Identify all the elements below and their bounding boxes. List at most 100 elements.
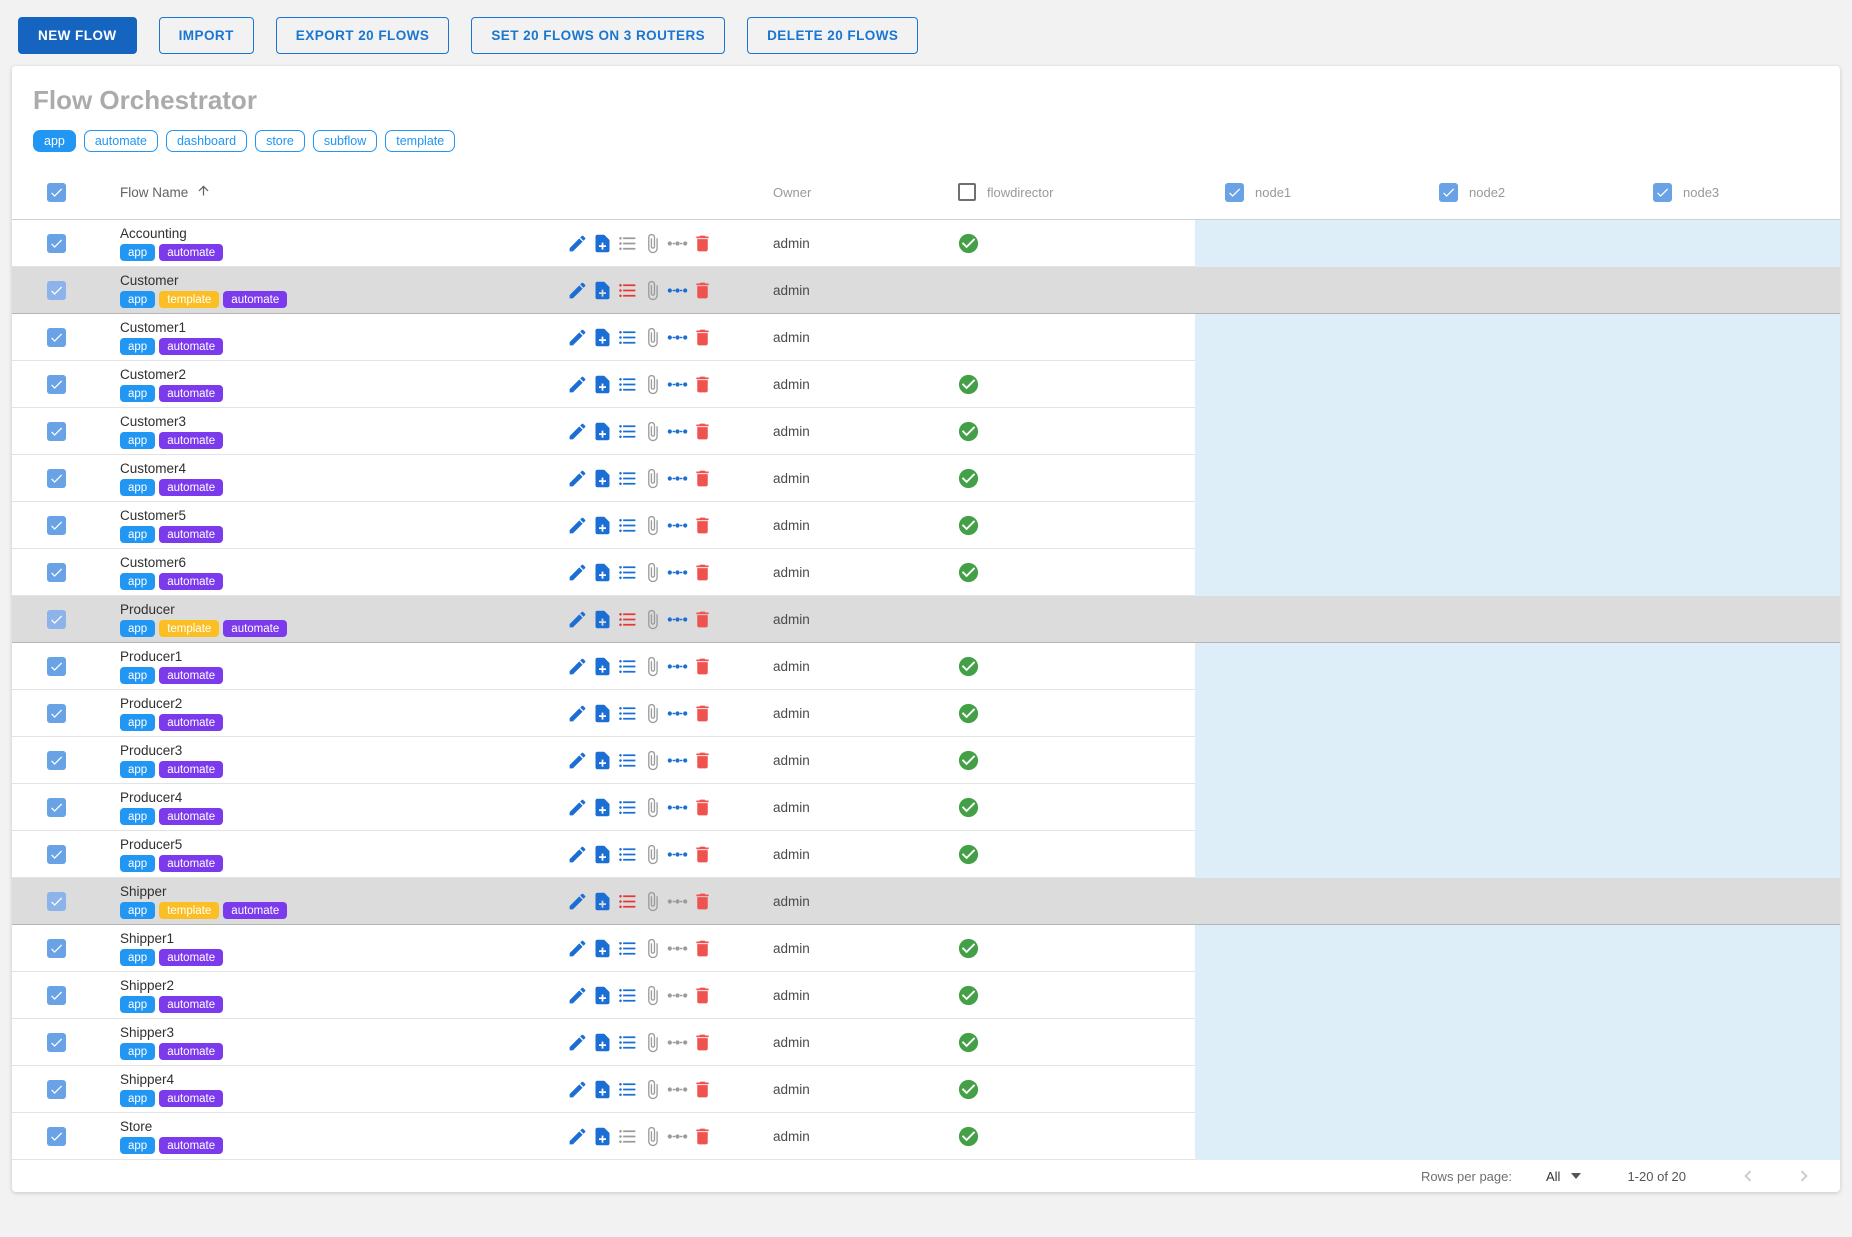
edit-icon[interactable] [566,373,589,396]
rows-per-page-select[interactable]: All [1546,1169,1581,1184]
commit-icon[interactable] [666,1078,689,1101]
edit-icon[interactable] [566,514,589,537]
delete-icon[interactable] [691,514,714,537]
attachment-icon[interactable] [641,467,664,490]
edit-icon[interactable] [566,702,589,725]
delete-icon[interactable] [691,843,714,866]
note-add-icon[interactable] [591,1078,614,1101]
row-checkbox[interactable] [47,610,66,629]
note-add-icon[interactable] [591,937,614,960]
attachment-icon[interactable] [641,420,664,443]
delete-icon[interactable] [691,655,714,678]
commit-icon[interactable] [666,843,689,866]
list-icon[interactable] [616,1031,639,1054]
attachment-icon[interactable] [641,232,664,255]
list-icon[interactable] [616,326,639,349]
edit-icon[interactable] [566,796,589,819]
edit-icon[interactable] [566,749,589,772]
edit-icon[interactable] [566,1125,589,1148]
note-add-icon[interactable] [591,373,614,396]
row-checkbox[interactable] [47,563,66,582]
delete-icon[interactable] [691,984,714,1007]
note-add-icon[interactable] [591,514,614,537]
list-icon[interactable] [616,984,639,1007]
list-icon[interactable] [616,702,639,725]
delete-icon[interactable] [691,1125,714,1148]
commit-icon[interactable] [666,608,689,631]
edit-icon[interactable] [566,232,589,255]
note-add-icon[interactable] [591,232,614,255]
delete-icon[interactable] [691,608,714,631]
row-checkbox[interactable] [47,892,66,911]
delete-icon[interactable] [691,890,714,913]
list-icon[interactable] [616,655,639,678]
list-icon[interactable] [616,420,639,443]
note-add-icon[interactable] [591,702,614,725]
list-icon[interactable] [616,890,639,913]
delete-icon[interactable] [691,467,714,490]
edit-icon[interactable] [566,984,589,1007]
commit-icon[interactable] [666,702,689,725]
flowdirector-checkbox[interactable] [958,183,976,201]
list-icon[interactable] [616,937,639,960]
commit-icon[interactable] [666,655,689,678]
note-add-icon[interactable] [591,984,614,1007]
list-icon[interactable] [616,1125,639,1148]
note-add-icon[interactable] [591,655,614,678]
list-icon[interactable] [616,373,639,396]
delete-flows-button[interactable]: DELETE 20 FLOWS [747,17,918,54]
delete-icon[interactable] [691,561,714,584]
row-checkbox[interactable] [47,939,66,958]
attachment-icon[interactable] [641,1078,664,1101]
list-icon[interactable] [616,279,639,302]
edit-icon[interactable] [566,561,589,584]
commit-icon[interactable] [666,279,689,302]
row-checkbox[interactable] [47,986,66,1005]
edit-icon[interactable] [566,326,589,349]
attachment-icon[interactable] [641,326,664,349]
commit-icon[interactable] [666,984,689,1007]
row-checkbox[interactable] [47,328,66,347]
list-icon[interactable] [616,514,639,537]
delete-icon[interactable] [691,420,714,443]
note-add-icon[interactable] [591,890,614,913]
edit-icon[interactable] [566,1031,589,1054]
filter-chip-template[interactable]: template [385,130,455,152]
commit-icon[interactable] [666,1125,689,1148]
note-add-icon[interactable] [591,749,614,772]
delete-icon[interactable] [691,796,714,819]
filter-chip-automate[interactable]: automate [84,130,158,152]
note-add-icon[interactable] [591,561,614,584]
attachment-icon[interactable] [641,796,664,819]
edit-icon[interactable] [566,890,589,913]
commit-icon[interactable] [666,514,689,537]
row-checkbox[interactable] [47,657,66,676]
attachment-icon[interactable] [641,608,664,631]
import-button[interactable]: IMPORT [159,17,254,54]
delete-icon[interactable] [691,373,714,396]
filter-chip-subflow[interactable]: subflow [313,130,377,152]
note-add-icon[interactable] [591,467,614,490]
attachment-icon[interactable] [641,843,664,866]
row-checkbox[interactable] [47,1080,66,1099]
previous-page-button[interactable] [1736,1164,1760,1188]
attachment-icon[interactable] [641,937,664,960]
commit-icon[interactable] [666,420,689,443]
list-icon[interactable] [616,232,639,255]
edit-icon[interactable] [566,1078,589,1101]
next-page-button[interactable] [1792,1164,1816,1188]
delete-icon[interactable] [691,749,714,772]
delete-icon[interactable] [691,279,714,302]
row-checkbox[interactable] [47,1127,66,1146]
note-add-icon[interactable] [591,608,614,631]
delete-icon[interactable] [691,326,714,349]
attachment-icon[interactable] [641,279,664,302]
list-icon[interactable] [616,1078,639,1101]
delete-icon[interactable] [691,232,714,255]
row-checkbox[interactable] [47,845,66,864]
row-checkbox[interactable] [47,234,66,253]
new-flow-button[interactable]: NEW FLOW [18,17,137,54]
edit-icon[interactable] [566,467,589,490]
commit-icon[interactable] [666,749,689,772]
attachment-icon[interactable] [641,514,664,537]
